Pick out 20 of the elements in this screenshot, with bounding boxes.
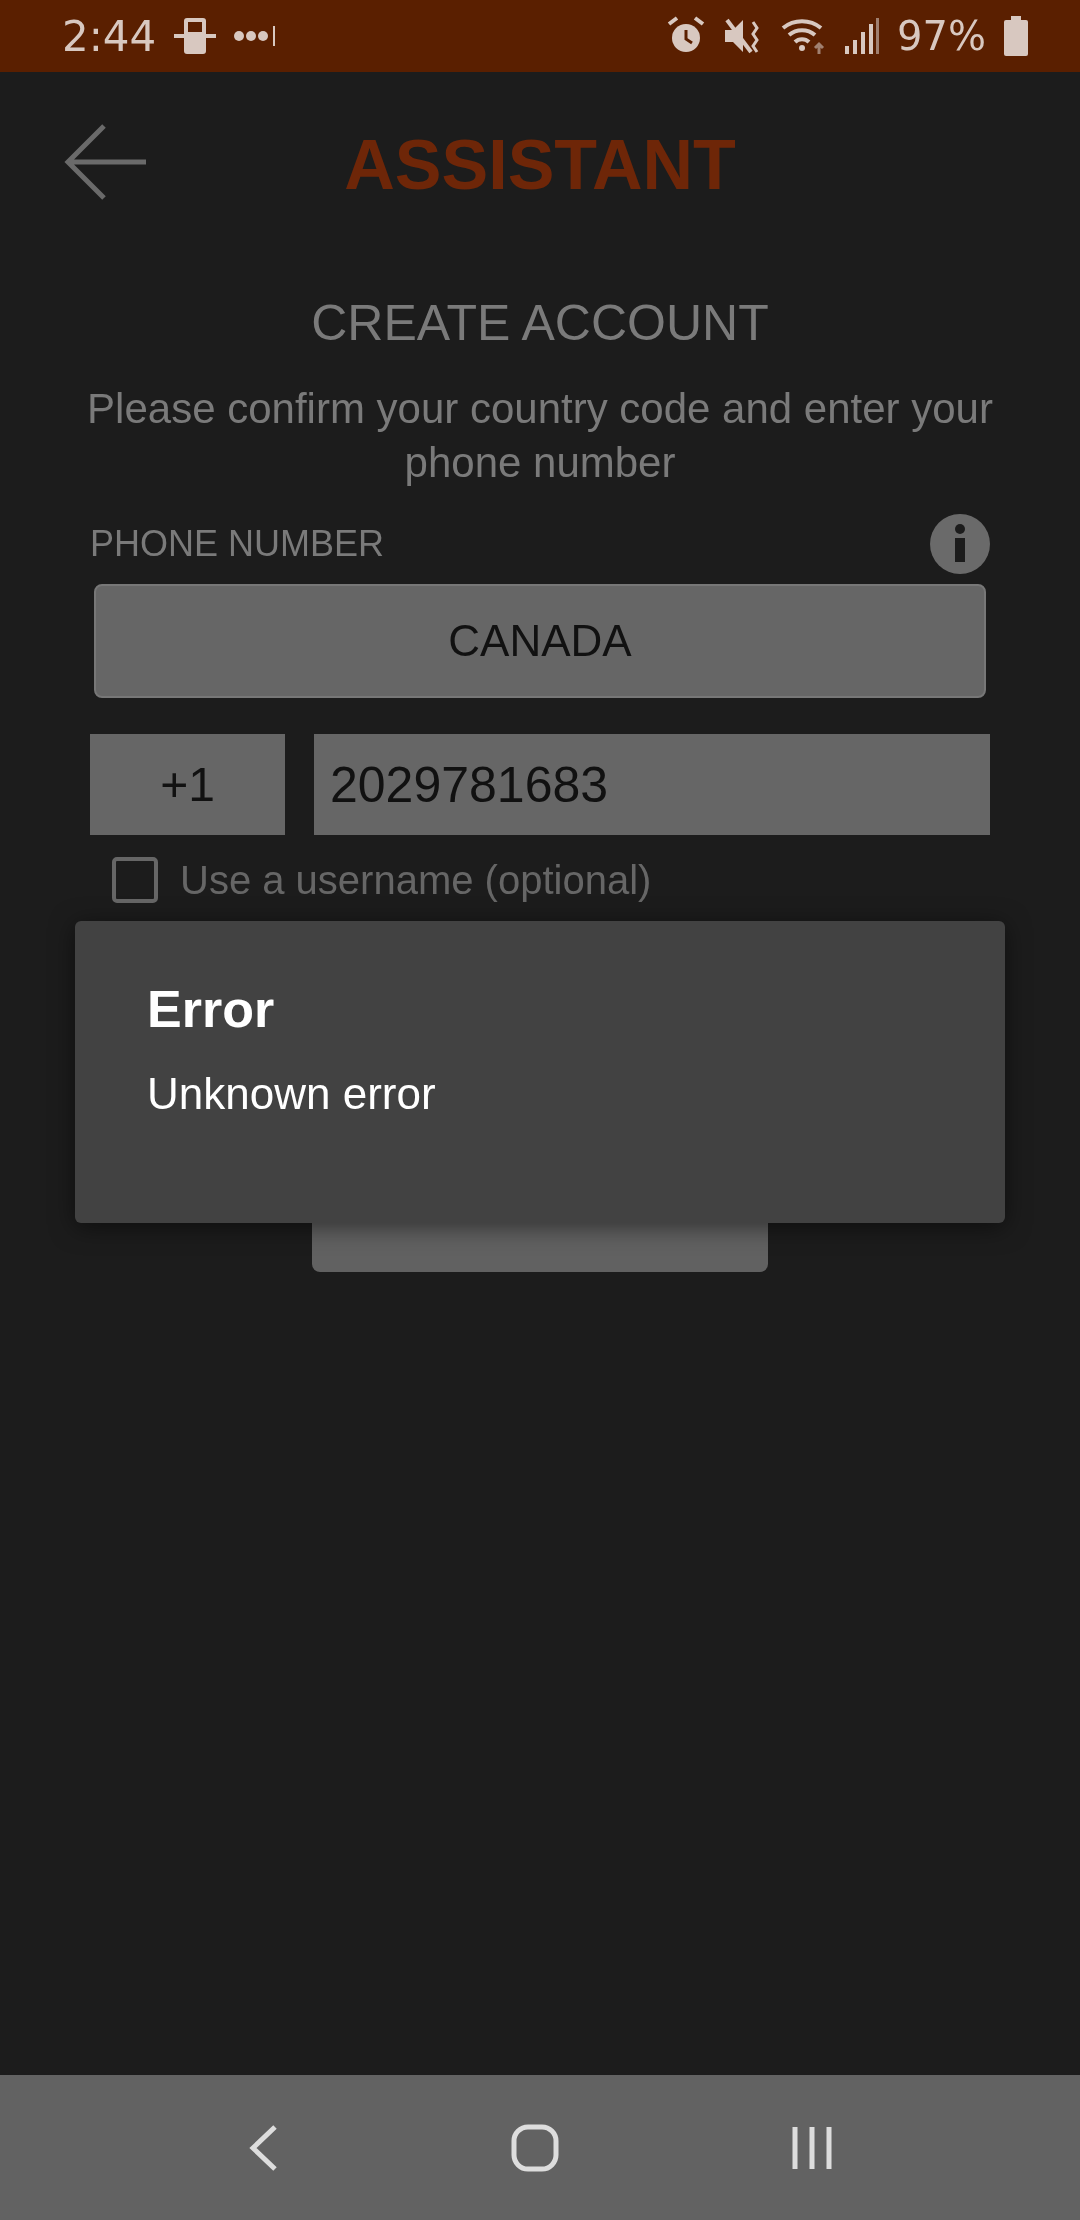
phone-screen-icon xyxy=(174,16,217,56)
username-checkbox[interactable] xyxy=(112,857,158,903)
dialog-title: Error xyxy=(147,979,275,1039)
back-arrow-icon[interactable] xyxy=(64,124,148,200)
page-heading: CREATE ACCOUNT xyxy=(311,294,769,352)
country-selector[interactable]: CANADA xyxy=(94,584,986,698)
signal-icon xyxy=(845,16,880,56)
clock-time: 2:44 xyxy=(62,11,157,61)
home-icon[interactable] xyxy=(510,2122,560,2173)
dialog-message: Unknown error xyxy=(147,1069,436,1119)
more-dots-icon xyxy=(234,26,277,46)
checkbox-label: Use a username (optional) xyxy=(180,857,652,903)
info-icon[interactable] xyxy=(930,514,990,574)
battery-icon xyxy=(1004,16,1028,56)
country-code-field[interactable]: +1 xyxy=(90,734,285,835)
instruction-text: Please confirm your country code and enter your phone number xyxy=(86,384,994,488)
phone-number-field[interactable]: 2029781683 xyxy=(314,734,990,835)
battery-percent: 97% xyxy=(897,13,986,59)
app-title: ASSISTANT xyxy=(344,125,736,205)
field-label: PHONE NUMBER xyxy=(90,523,385,565)
